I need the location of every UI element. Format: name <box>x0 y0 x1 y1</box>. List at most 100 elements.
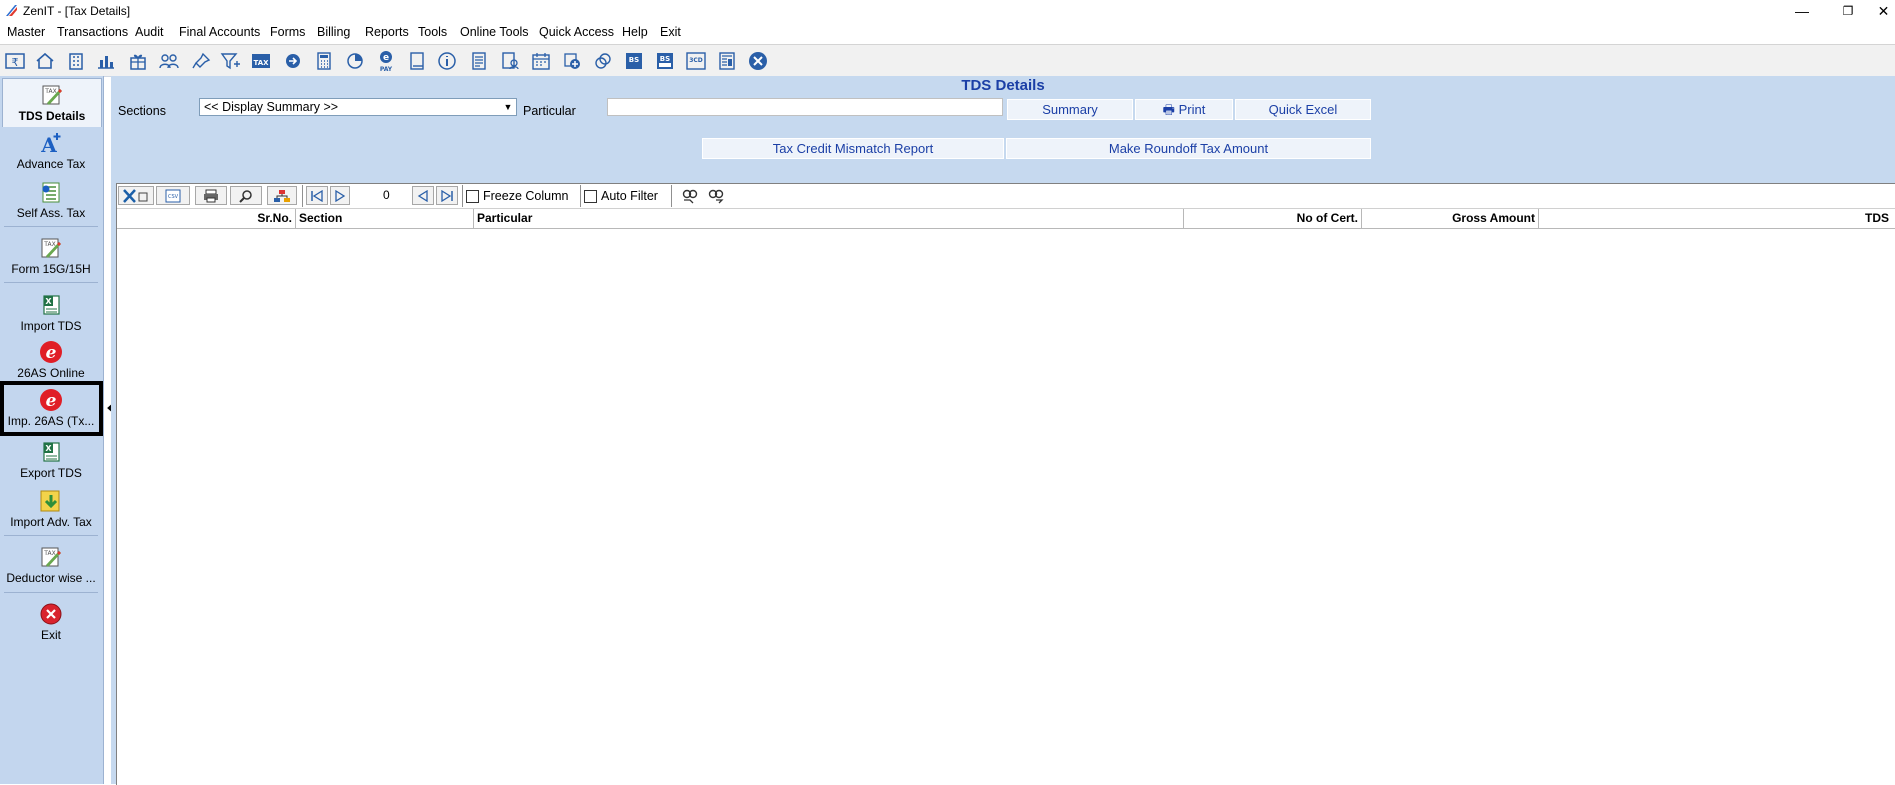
add-circle-icon[interactable] <box>560 50 584 72</box>
menu-billing[interactable]: Billing <box>317 25 350 39</box>
column-header-gross-amount[interactable]: Gross Amount <box>1362 209 1539 228</box>
home-icon[interactable] <box>33 50 57 72</box>
menu-help[interactable]: Help <box>622 25 648 39</box>
first-record-icon[interactable] <box>306 186 328 205</box>
menu-audit[interactable]: Audit <box>135 25 164 39</box>
svg-text:BS: BS <box>629 56 639 64</box>
calculator-icon[interactable] <box>312 50 336 72</box>
tax-icon[interactable]: TAX <box>249 50 273 72</box>
bs-plus-icon[interactable]: BS <box>653 50 677 72</box>
sidebar-label-form-15g-15h: Form 15G/15H <box>11 262 91 276</box>
sidebar-item-self-ass-tax[interactable]: Self Ass. Tax <box>2 180 100 220</box>
users-icon[interactable] <box>157 50 181 72</box>
toolbar-divider <box>671 185 672 207</box>
auto-filter-checkbox[interactable]: Auto Filter <box>584 189 658 203</box>
3cd-icon[interactable]: 3CD <box>684 50 708 72</box>
info-icon[interactable] <box>436 50 460 72</box>
summary-button[interactable]: Summary <box>1007 99 1133 120</box>
sidebar-item-form-15g-15h[interactable]: TAX Form 15G/15H <box>2 236 100 276</box>
minimize-button[interactable]: — <box>1782 1 1822 21</box>
restore-button[interactable]: ❐ <box>1828 1 1868 21</box>
book-icon[interactable] <box>405 50 429 72</box>
close-button[interactable]: ✕ <box>1872 1 1895 21</box>
copy-circle-icon[interactable] <box>591 50 615 72</box>
find-next-icon[interactable] <box>705 186 727 205</box>
chevron-down-icon[interactable]: ▼ <box>500 99 516 115</box>
menu-exit[interactable]: Exit <box>660 25 681 39</box>
highlight-box <box>0 381 103 436</box>
tax-pencil-icon: TAX <box>41 238 61 258</box>
menu-tools[interactable]: Tools <box>418 25 447 39</box>
printer-icon[interactable] <box>195 186 227 205</box>
freeze-column-box[interactable] <box>466 189 479 203</box>
tax-credit-mismatch-button[interactable]: Tax Credit Mismatch Report <box>702 138 1004 159</box>
particular-input[interactable] <box>607 98 1003 116</box>
zoom-icon[interactable] <box>230 186 262 205</box>
calendar-icon[interactable] <box>529 50 553 72</box>
column-header-no-of-cert[interactable]: No of Cert. <box>1184 209 1362 228</box>
e-pay-icon[interactable]: e PAY <box>374 50 398 72</box>
last-record-icon[interactable] <box>436 186 458 205</box>
column-header-section[interactable]: Section <box>296 209 474 228</box>
sidebar-label-advance-tax: Advance Tax <box>16 157 86 171</box>
svg-text:TAX: TAX <box>44 88 56 95</box>
user-doc-icon[interactable] <box>498 50 522 72</box>
document-icon[interactable] <box>467 50 491 72</box>
menu-transactions[interactable]: Transactions <box>57 25 128 39</box>
menu-online-tools[interactable]: Online Tools <box>460 25 529 39</box>
rupee-card-icon[interactable]: ₹ <box>3 50 27 72</box>
app-logo-icon <box>6 5 17 16</box>
building-icon[interactable] <box>64 50 88 72</box>
arrow-circle-icon[interactable] <box>281 50 305 72</box>
pin-icon[interactable] <box>189 50 213 72</box>
sidebar-label-tds-details: TDS Details <box>18 109 86 123</box>
filter-icon[interactable] <box>219 50 243 72</box>
auto-filter-label: Auto Filter <box>601 189 658 203</box>
toolbar-divider <box>580 185 581 207</box>
sidebar-label-import-adv-tax: Import Adv. Tax <box>10 515 92 529</box>
column-header-tds[interactable]: TDS <box>1539 209 1892 228</box>
bar-chart-icon[interactable] <box>94 50 118 72</box>
menu-reports[interactable]: Reports <box>365 25 409 39</box>
sidebar-item-import-tds[interactable]: X Import TDS <box>2 293 100 333</box>
bs-icon[interactable]: BS <box>622 50 646 72</box>
menu-bar: Master Transactions Audit Final Accounts… <box>0 22 1895 43</box>
column-header-sr-no[interactable]: Sr.No. <box>117 209 296 228</box>
find-icon[interactable] <box>679 186 701 205</box>
sidebar-item-import-adv-tax[interactable]: Import Adv. Tax <box>2 489 100 529</box>
make-roundoff-button[interactable]: Make Roundoff Tax Amount <box>1006 138 1371 159</box>
close-circle-icon[interactable] <box>746 50 770 72</box>
previous-record-icon[interactable] <box>412 186 434 205</box>
svg-text:e: e <box>383 53 389 63</box>
hierarchy-icon[interactable] <box>267 186 297 205</box>
column-header-particular[interactable]: Particular <box>474 209 1184 228</box>
export-excel-icon[interactable] <box>118 186 154 205</box>
menu-forms[interactable]: Forms <box>270 25 305 39</box>
freeze-column-checkbox[interactable]: Freeze Column <box>466 189 568 203</box>
sidebar-item-26as-online[interactable]: e 26AS Online <box>2 340 100 380</box>
sidebar-item-export-tds[interactable]: X Export TDS <box>2 440 100 480</box>
sidebar-label-self-ass-tax: Self Ass. Tax <box>16 206 86 220</box>
print-button[interactable]: 🖶 Print <box>1135 99 1233 120</box>
csv-icon[interactable]: CSV <box>156 186 190 205</box>
sidebar-item-tds-details[interactable]: TAX TDS Details <box>2 78 102 127</box>
printer-icon: 🖶 <box>1162 102 1175 117</box>
sidebar-item-exit[interactable]: Exit <box>2 602 100 642</box>
quick-excel-button[interactable]: Quick Excel <box>1235 99 1371 120</box>
menu-final-accounts[interactable]: Final Accounts <box>179 25 260 39</box>
sidebar-label-export-tds: Export TDS <box>20 466 82 480</box>
sidebar-divider <box>4 282 98 283</box>
freeze-column-label: Freeze Column <box>483 189 569 203</box>
sections-select[interactable]: << Display Summary >> ▼ <box>199 98 517 116</box>
gift-icon[interactable] <box>126 50 150 72</box>
menu-quick-access[interactable]: Quick Access <box>539 25 614 39</box>
form-icon[interactable] <box>715 50 739 72</box>
a-plus-icon: A <box>40 133 61 155</box>
next-record-icon[interactable] <box>330 186 350 205</box>
pie-icon[interactable] <box>343 50 367 72</box>
sidebar-item-advance-tax[interactable]: A Advance Tax <box>2 131 100 171</box>
svg-text:TAX: TAX <box>43 550 55 557</box>
menu-master[interactable]: Master <box>7 25 45 39</box>
sidebar-item-deductor-wise[interactable]: TAX Deductor wise ... <box>2 545 100 585</box>
auto-filter-box[interactable] <box>584 189 597 203</box>
